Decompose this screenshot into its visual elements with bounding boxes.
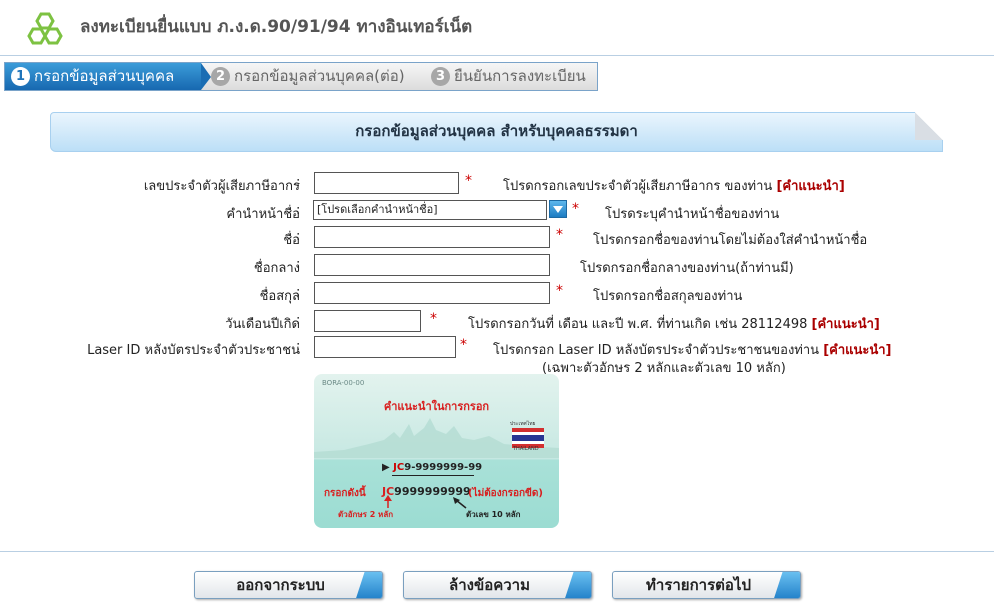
step-number: 1: [11, 67, 30, 86]
last-name-input[interactable]: [314, 282, 550, 304]
letters-note: ตัวอักษร 2 หลัก: [338, 510, 394, 519]
form-row-last-name: ชื่อสกุล : * โปรดกรอกชื่อสกุลของท่าน: [0, 282, 994, 308]
logout-button[interactable]: ออกจากระบบ: [194, 571, 383, 599]
colon: :: [296, 175, 301, 190]
advice-link[interactable]: [คำแนะนำ]: [776, 179, 844, 194]
tax-id-input[interactable]: [314, 172, 459, 194]
colon: :: [296, 285, 301, 300]
form-row-tax-id: เลขประจำตัวผู้เสียภาษีอากร : * โปรดกรอกเ…: [0, 172, 994, 198]
step-label: กรอกข้อมูลส่วนบุคคล: [34, 67, 175, 85]
page-header: ลงทะเบียนยื่นแบบ ภ.ง.ด.90/91/94 ทางอินเท…: [0, 0, 994, 55]
middle-name-input[interactable]: [314, 254, 550, 276]
birth-date-input[interactable]: [314, 310, 421, 332]
pointer-arrows-icon: [384, 495, 467, 509]
birth-date-hint: โปรดกรอกวันที่ เดือน และปี พ.ศ. ที่ท่านเ…: [468, 313, 880, 334]
clear-button-label: ล้างข้อความ: [449, 576, 530, 594]
advice-link[interactable]: [คำแนะนำ]: [823, 343, 891, 358]
footer-divider: [0, 551, 994, 552]
clear-button[interactable]: ล้างข้อความ: [403, 571, 592, 599]
button-accent-icon: [354, 572, 382, 598]
first-name-hint: โปรดกรอกชื่อของท่านโดยไม่ต้องใส่คำนำหน้า…: [593, 233, 868, 248]
step-3: 3 ยืนยันการลงทะเบียน: [425, 63, 595, 90]
colon: :: [296, 313, 301, 328]
required-mark: *: [572, 201, 579, 217]
form-row-first-name: ชื่อ : * โปรดกรอกชื่อของท่านโดยไม่ต้องใส…: [0, 226, 994, 252]
required-mark: *: [556, 283, 563, 299]
title-prefix-hint: โปรดระบุคำนำหน้าชื่อของท่าน: [605, 207, 780, 222]
colon: :: [296, 203, 301, 218]
middle-name-label: ชื่อกลาง: [253, 261, 300, 276]
form-row-birth-date: วันเดือนปีเกิด : * โปรดกรอกวันที่ เดือน …: [0, 310, 994, 336]
laser-id-input[interactable]: [314, 336, 456, 358]
middle-name-hint: โปรดกรอกชื่อกลางของท่าน(ถ้าท่านมี): [580, 261, 794, 276]
advice-link[interactable]: [คำแนะนำ]: [812, 317, 880, 332]
rd-logo-icon: [27, 12, 63, 45]
page-title: ลงทะเบียนยื่นแบบ ภ.ง.ด.90/91/94 ทางอินเท…: [80, 17, 473, 37]
form-row-laser-id: Laser ID หลังบัตรประจำตัวประชาชน : * โปร…: [0, 336, 994, 376]
hint-text: โปรดกรอกวันที่ เดือน และปี พ.ศ. ที่ท่านเ…: [468, 317, 808, 332]
section-banner: กรอกข้อมูลส่วนบุคคล สำหรับบุคคลธรรมดา: [50, 112, 943, 152]
next-button-label: ทำรายการต่อไป: [646, 576, 751, 594]
step-label: ยืนยันการลงทะเบียน: [454, 67, 586, 85]
step-number: 3: [431, 67, 450, 86]
birth-date-label: วันเดือนปีเกิด: [225, 317, 300, 332]
required-mark: *: [460, 337, 467, 353]
laser-id-hint-2: (เฉพาะตัวอักษร 2 หลักและตัวเลข 10 หลัก): [542, 361, 786, 376]
colon: :: [296, 229, 301, 244]
required-mark: *: [430, 311, 437, 327]
hint-text: โปรดกรอก Laser ID หลังบัตรประจำตัวประชาช…: [493, 343, 820, 358]
step-2: 2 กรอกข้อมูลส่วนบุคคล(ต่อ): [205, 63, 420, 90]
digits-note: ตัวเลข 10 หลัก: [466, 510, 521, 519]
title-prefix-select[interactable]: [โปรดเลือกคำนำหน้าชื่อ]: [313, 200, 547, 220]
section-title: กรอกข้อมูลส่วนบุคคล สำหรับบุคคลธรรมดา: [355, 122, 638, 140]
first-name-input[interactable]: [314, 226, 550, 248]
title-prefix-label: คำนำหน้าชื่อ: [226, 207, 300, 222]
id-card-example: BORA-00-00 คำแนะนำในการกรอก ประเทศไทย TH…: [314, 374, 559, 528]
colon: :: [296, 257, 301, 272]
tax-id-label: เลขประจำตัวผู้เสียภาษีอากร: [143, 179, 300, 194]
step-number: 2: [211, 67, 230, 86]
last-name-label: ชื่อสกุล: [259, 289, 300, 304]
dropdown-arrow-icon[interactable]: [549, 200, 567, 218]
button-accent-icon: [563, 572, 591, 598]
page-fold-icon: [915, 112, 943, 140]
header-divider: [0, 55, 994, 56]
step-label: กรอกข้อมูลส่วนบุคคล(ต่อ): [234, 67, 405, 85]
logout-button-label: ออกจากระบบ: [236, 576, 325, 594]
tax-id-hint: โปรดกรอกเลขประจำตัวผู้เสียภาษีอากร ของท่…: [503, 175, 845, 196]
hint-text: โปรดกรอกเลขประจำตัวผู้เสียภาษีอากร ของท่…: [503, 179, 773, 194]
next-button[interactable]: ทำรายการต่อไป: [612, 571, 801, 599]
step-1: 1 กรอกข้อมูลส่วนบุคคล: [5, 63, 201, 90]
last-name-hint: โปรดกรอกชื่อสกุลของท่าน: [593, 289, 743, 304]
step-indicator: 1 กรอกข้อมูลส่วนบุคคล 2 กรอกข้อมูลส่วนบุคค…: [4, 62, 598, 91]
colon: :: [296, 339, 301, 354]
form-row-middle-name: ชื่อกลาง : โปรดกรอกชื่อกลางของท่าน(ถ้าท่…: [0, 254, 994, 280]
button-accent-icon: [772, 572, 800, 598]
required-mark: *: [465, 173, 472, 189]
form-row-title: คำนำหน้าชื่อ : [โปรดเลือกคำนำหน้าชื่อ] *…: [0, 200, 994, 226]
required-mark: *: [556, 227, 563, 243]
laser-id-label: Laser ID หลังบัตรประจำตัวประชาชน: [87, 343, 300, 358]
